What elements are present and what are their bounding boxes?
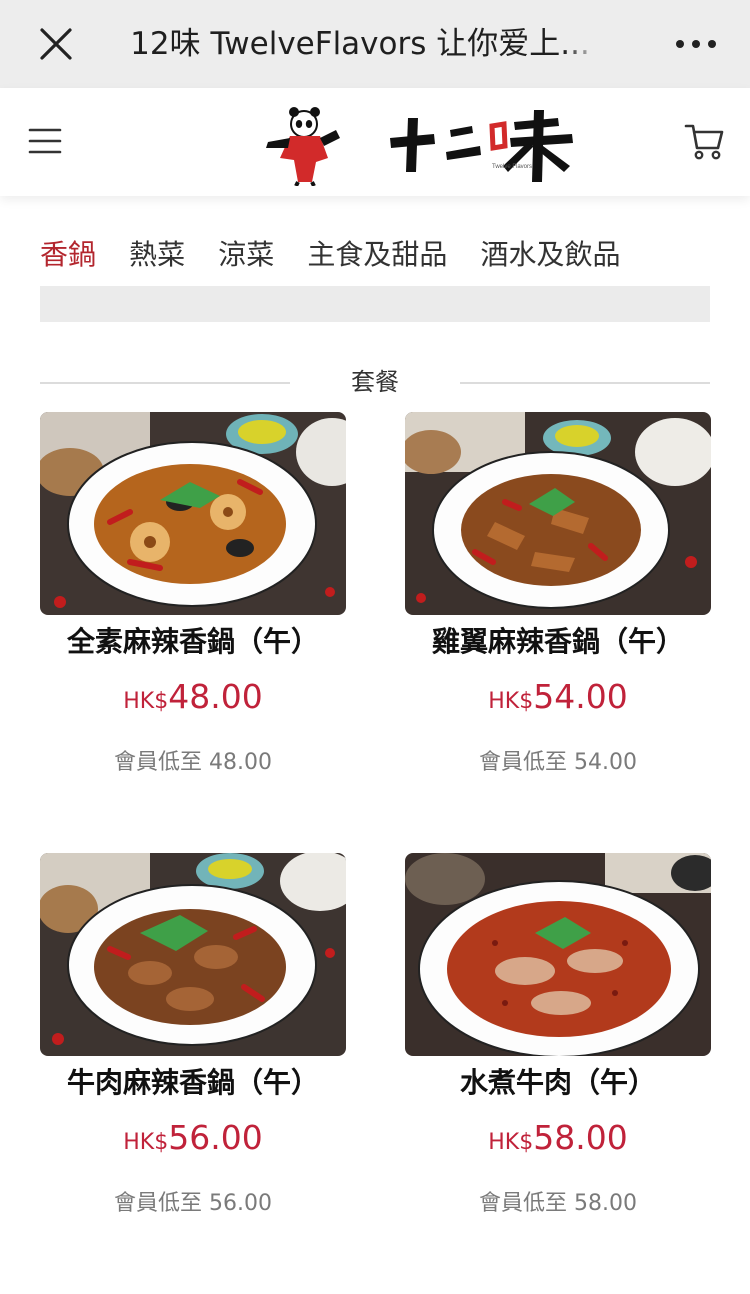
price-value: 48.00	[168, 677, 263, 716]
close-icon[interactable]	[36, 24, 76, 64]
divider-right	[460, 382, 710, 384]
tab-hotpot[interactable]: 香鍋	[40, 232, 96, 278]
product-image[interactable]	[405, 412, 711, 615]
product-image[interactable]	[40, 853, 346, 1056]
cart-icon[interactable]	[684, 122, 726, 162]
member-price: 會員低至 54.00	[479, 750, 637, 775]
product-card[interactable]: 雞翼麻辣香鍋（午） HK$54.00 會員低至 54.00	[405, 412, 711, 832]
product-price: HK$58.00	[405, 1115, 711, 1167]
price-value: 58.00	[533, 1118, 628, 1157]
tab-drinks[interactable]: 酒水及飲品	[480, 232, 620, 278]
member-price: 會員低至 56.00	[114, 1191, 272, 1216]
member-price: 會員低至 48.00	[114, 750, 272, 775]
product-price: HK$48.00	[40, 674, 346, 726]
product-image[interactable]	[40, 412, 346, 615]
product-name[interactable]: 全素麻辣香鍋（午）	[30, 620, 356, 664]
member-price: 會員低至 58.00	[479, 1191, 637, 1216]
product-name[interactable]: 雞翼麻辣香鍋（午）	[395, 620, 721, 664]
category-tabs: 香鍋 熱菜 涼菜 主食及甜品 酒水及飲品	[40, 232, 648, 278]
svg-text:Twelve Flavors: Twelve Flavors	[492, 164, 532, 170]
price-currency: HK$	[123, 689, 169, 714]
product-price: HK$54.00	[405, 674, 711, 726]
product-card[interactable]: 牛肉麻辣香鍋（午） HK$56.00 會員低至 56.00	[40, 853, 346, 1273]
product-name[interactable]: 牛肉麻辣香鍋（午）	[30, 1061, 356, 1105]
tab-cold-dishes[interactable]: 涼菜	[218, 232, 274, 278]
menu-icon[interactable]	[28, 126, 62, 156]
price-value: 54.00	[533, 677, 628, 716]
tab-hot-dishes[interactable]: 熱菜	[129, 232, 185, 278]
product-card[interactable]: 水煮牛肉（午） HK$58.00 會員低至 58.00	[405, 853, 711, 1273]
price-currency: HK$	[488, 689, 534, 714]
price-currency: HK$	[488, 1130, 534, 1155]
price-currency: HK$	[123, 1130, 169, 1155]
price-value: 56.00	[168, 1118, 263, 1157]
product-price: HK$56.00	[40, 1115, 346, 1167]
window-titlebar: 12味 TwelveFlavors 让你爱上...	[0, 0, 750, 88]
section-heading: 套餐	[40, 360, 710, 404]
brand-logo[interactable]: Twelve Flavors	[258, 102, 580, 187]
product-name[interactable]: 水煮牛肉（午）	[395, 1061, 721, 1105]
tab-staples-desserts[interactable]: 主食及甜品	[307, 232, 447, 278]
more-icon[interactable]	[672, 26, 720, 62]
tab-scroll-track[interactable]	[40, 286, 710, 322]
site-header: Twelve Flavors	[0, 88, 750, 196]
product-card[interactable]: 全素麻辣香鍋（午） HK$48.00 會員低至 48.00	[40, 412, 346, 832]
product-image[interactable]	[405, 853, 711, 1056]
page-title: 12味 TwelveFlavors 让你爱上...	[120, 22, 600, 66]
